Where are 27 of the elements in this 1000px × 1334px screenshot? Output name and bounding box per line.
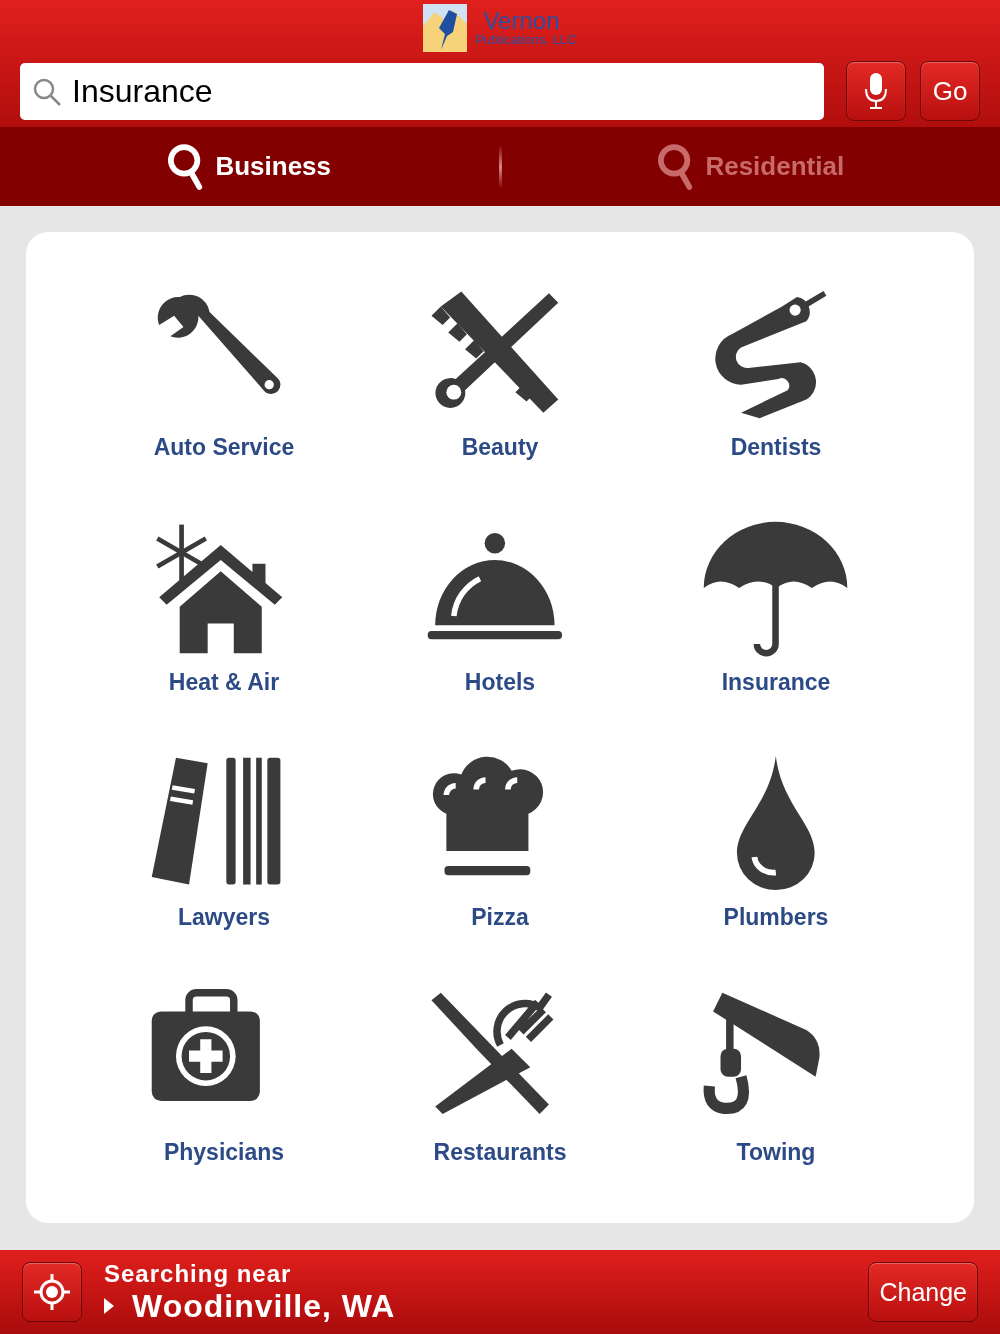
category-item[interactable]: Lawyers — [86, 742, 362, 977]
microphone-button[interactable] — [846, 61, 906, 121]
location-caption: Searching near — [104, 1259, 293, 1288]
category-item[interactable]: Towing — [638, 977, 914, 1212]
category-item[interactable]: Pizza — [362, 742, 638, 977]
search-field[interactable]: Insurance — [20, 62, 824, 120]
category-item[interactable]: Physicians — [86, 977, 362, 1212]
locate-button[interactable] — [22, 1262, 82, 1322]
category-item[interactable]: Auto Service — [86, 272, 362, 507]
category-item[interactable]: Dentists — [638, 272, 914, 507]
category-item[interactable]: Hotels — [362, 507, 638, 742]
tab[interactable]: Business — [0, 127, 499, 206]
location-name: Woodinville, WA — [132, 1287, 396, 1325]
search-icon — [32, 76, 62, 107]
logo-icon — [423, 2, 468, 53]
category-item[interactable]: Insurance — [638, 507, 914, 742]
logo-subtitle: Publications, LLC — [475, 33, 577, 46]
crosshair-icon — [32, 1272, 72, 1312]
category-item[interactable]: Beauty — [362, 272, 638, 507]
change-button[interactable]: Change — [868, 1262, 978, 1322]
logo-name: Vernon — [483, 9, 561, 33]
microphone-icon — [864, 71, 888, 111]
category-item[interactable]: Heat & Air — [86, 507, 362, 742]
category-item[interactable]: Plumbers — [638, 742, 914, 977]
go-button[interactable]: Go — [920, 61, 980, 121]
triangle-icon — [104, 1298, 114, 1314]
category-item[interactable]: Restaurants — [362, 977, 638, 1212]
